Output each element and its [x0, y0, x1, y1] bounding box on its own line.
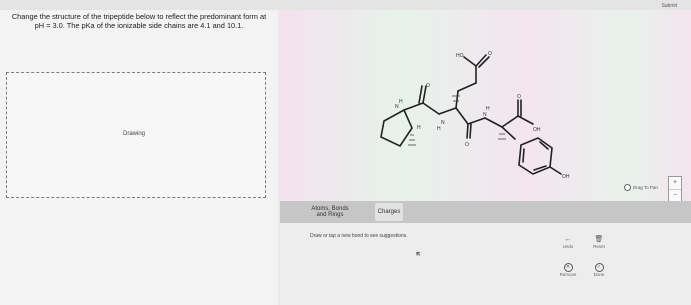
atom-label-oh-phenol: OH [562, 174, 570, 180]
done-label: Done [593, 272, 605, 277]
remove-x-icon: ✕ [563, 263, 573, 272]
atom-label-h-alpha: H [417, 125, 421, 131]
sketch-canvas[interactable]: HO O N H O H N H O N H O OH OH Drag To P… [280, 10, 691, 201]
done-button[interactable]: ✓ Done [587, 263, 611, 277]
atom-label-o-right: O [517, 94, 521, 100]
submit-button[interactable]: Submit [661, 3, 677, 9]
atom-label-n2: N [441, 120, 445, 126]
top-bar: Submit [0, 0, 691, 10]
remove-button[interactable]: ✕ Remove [556, 263, 580, 277]
tab-charges[interactable]: Charges [375, 203, 403, 221]
atom-label-oh-acid: OH [533, 127, 541, 133]
atom-label-h2: H [437, 126, 441, 132]
molecule-bonds [380, 54, 562, 175]
atom-label-ho: HO [456, 53, 464, 59]
remove-label: Remove [559, 272, 577, 277]
check-icon: ✓ [594, 263, 604, 272]
trash-icon: 🗑 [594, 236, 604, 243]
tool-panel: Draw or tap a new bond to see suggestion… [280, 223, 691, 305]
suggestion-hint: Draw or tap a new bond to see suggestion… [310, 233, 408, 239]
radio-icon [624, 184, 631, 191]
zoom-in-button[interactable]: + [669, 177, 681, 190]
drag-to-pan-label: Drag To Pan [633, 185, 658, 190]
atom-label-h1: H [399, 99, 403, 105]
drag-to-pan-toggle[interactable]: Drag To Pan [624, 184, 658, 191]
drawing-label: Drawing [123, 131, 146, 137]
tab-atoms-bonds-rings[interactable]: Atoms, Bonds and Rings [310, 203, 350, 221]
undo-label: Undo [562, 244, 574, 249]
tool-tabs: Atoms, Bonds and Rings Charges [280, 201, 691, 223]
atom-label-n3: N [483, 112, 487, 118]
atom-label-o-top: O [488, 51, 492, 57]
atom-label-h3: H [486, 106, 490, 112]
zoom-controls: + − [668, 176, 682, 202]
reset-button[interactable]: 🗑 Reset [587, 236, 611, 249]
drawing-answer-area[interactable]: Drawing [6, 72, 266, 198]
reset-label: Reset [593, 244, 605, 249]
undo-button[interactable]: ← Undo [556, 236, 580, 249]
undo-arrow-icon: ← [564, 236, 572, 243]
atom-label-o-mid: O [465, 142, 469, 148]
question-panel: Change the structure of the tripeptide b… [0, 10, 278, 305]
mouse-cursor-icon: 🡼 [416, 251, 421, 258]
question-text: Change the structure of the tripeptide b… [11, 12, 267, 31]
atom-label-o-left: O [426, 83, 430, 89]
tripeptide-structure[interactable]: HO O N H O H N H O N H O OH OH [280, 10, 691, 201]
